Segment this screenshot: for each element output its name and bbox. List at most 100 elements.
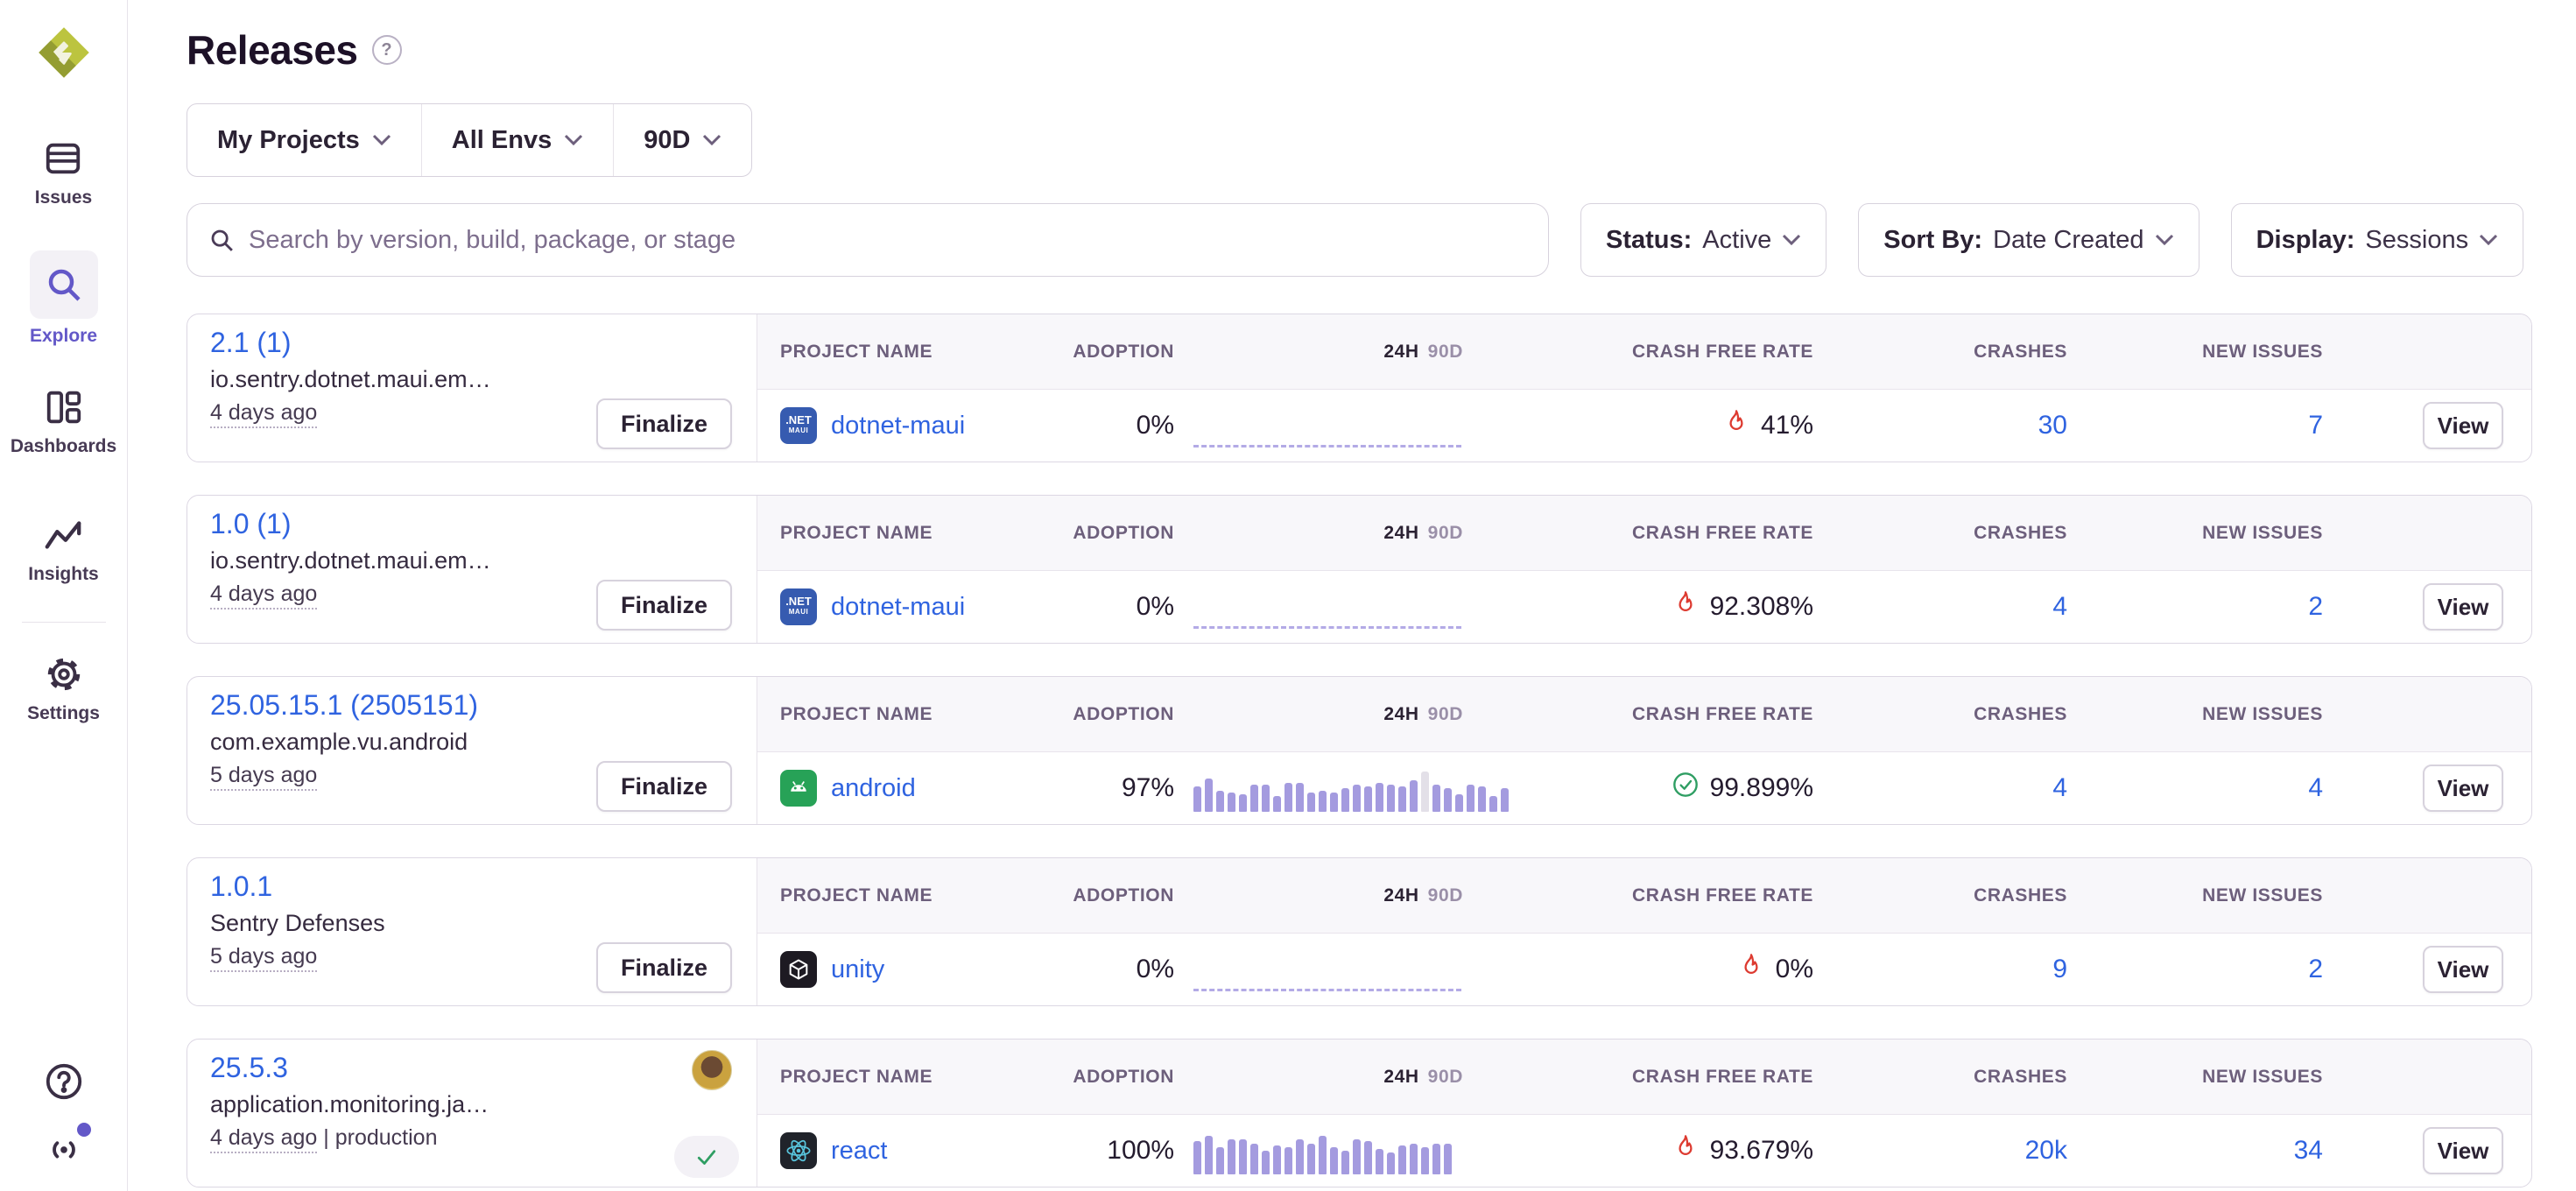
table-row: .NETMAUI dotnet-maui 0% 41% 30 7 View: [757, 390, 2531, 462]
page-help-icon[interactable]: ?: [372, 35, 402, 65]
crash-free-rate: 99.899%: [1463, 771, 1813, 806]
chevron-down-icon: [564, 134, 583, 146]
project-link[interactable]: android: [831, 774, 916, 803]
dotnet-maui-project-icon: .NETMAUI: [780, 588, 817, 625]
finalized-check-icon: [693, 1144, 720, 1170]
project-link[interactable]: react: [831, 1137, 887, 1166]
adoption-sparkline: [1174, 571, 1463, 643]
environments-filter[interactable]: All Envs: [421, 104, 613, 176]
table-row: android 97% 99.899% 4 4 View: [757, 752, 2531, 824]
release-card: 25.05.15.1 (2505151) com.example.vu.andr…: [187, 676, 2532, 825]
release-health-table: PROJECT NAME ADOPTION 24H90D CRASH FREE …: [757, 858, 2531, 1005]
adoption-value: 0%: [1069, 955, 1174, 984]
search-icon: [208, 227, 235, 253]
new-issues-count-link[interactable]: 2: [2308, 955, 2323, 983]
crash-free-rate: 0%: [1463, 952, 1813, 987]
new-issues-count-link[interactable]: 7: [2308, 411, 2323, 440]
table-header: PROJECT NAME ADOPTION 24H90D CRASH FREE …: [757, 677, 2531, 752]
projects-filter[interactable]: My Projects: [187, 104, 421, 176]
project-link[interactable]: unity: [831, 955, 884, 984]
help-icon[interactable]: [42, 1060, 86, 1103]
check-circle-icon: [1672, 771, 1700, 799]
fire-icon: [1722, 408, 1750, 436]
chevron-down-icon: [2155, 234, 2174, 246]
release-package: Sentry Defenses: [210, 910, 560, 937]
finalize-button[interactable]: Finalize: [596, 761, 732, 812]
sort-by-dropdown[interactable]: Sort By:Date Created: [1858, 203, 2199, 277]
search-box[interactable]: [187, 203, 1549, 277]
release-health-table: PROJECT NAME ADOPTION 24H90D CRASH FREE …: [757, 314, 2531, 462]
crashes-count-link[interactable]: 4: [2052, 773, 2067, 802]
release-summary: 1.0.1 Sentry Defenses 5 days ago Finaliz…: [187, 858, 757, 1005]
crashes-count-link[interactable]: 20k: [2025, 1136, 2067, 1165]
crashes-count-link[interactable]: 4: [2052, 592, 2067, 621]
status-dropdown[interactable]: Status:Active: [1580, 203, 1826, 277]
sidebar-item-label: Issues: [35, 187, 92, 208]
chevron-down-icon: [702, 134, 721, 146]
project-link[interactable]: dotnet-maui: [831, 593, 965, 622]
sidebar-item-dashboards[interactable]: Dashboards: [11, 385, 116, 457]
view-button[interactable]: View: [2423, 946, 2503, 993]
release-version-link[interactable]: 25.5.3: [210, 1052, 288, 1084]
new-issues-count-link[interactable]: 4: [2308, 773, 2323, 802]
unity-project-icon: [780, 951, 817, 988]
fire-icon: [1672, 589, 1700, 617]
crashes-count-link[interactable]: 30: [2038, 411, 2067, 440]
finalize-button[interactable]: Finalize: [596, 580, 732, 631]
release-version-link[interactable]: 2.1 (1): [210, 327, 291, 359]
release-card: 2.1 (1) io.sentry.dotnet.maui.em… 4 days…: [187, 314, 2532, 462]
table-header: PROJECT NAME ADOPTION 24H90D CRASH FREE …: [757, 1039, 2531, 1115]
table-header: PROJECT NAME ADOPTION 24H90D CRASH FREE …: [757, 314, 2531, 390]
sidebar-item-explore[interactable]: Explore: [30, 250, 98, 347]
issues-icon: [41, 137, 85, 180]
search-input[interactable]: [249, 226, 1527, 255]
release-version-link[interactable]: 1.0.1: [210, 870, 272, 903]
finalize-button[interactable]: Finalize: [596, 942, 732, 993]
release-package: application.monitoring.ja…: [210, 1091, 560, 1118]
view-button[interactable]: View: [2423, 765, 2503, 812]
release-list: 2.1 (1) io.sentry.dotnet.maui.em… 4 days…: [187, 314, 2532, 1187]
avatar[interactable]: [692, 1050, 732, 1090]
new-issues-count-link[interactable]: 2: [2308, 592, 2323, 621]
release-summary: 25.5.3 application.monitoring.ja… 4 days…: [187, 1039, 757, 1187]
sidebar-item-insights[interactable]: Insights: [28, 513, 99, 585]
crashes-count-link[interactable]: 9: [2052, 955, 2067, 983]
adoption-flatline: [1193, 626, 1461, 629]
table-row: .NETMAUI dotnet-maui 0% 92.308% 4 2 View: [757, 571, 2531, 643]
crash-free-rate: 41%: [1463, 408, 1813, 443]
release-summary: 25.05.15.1 (2505151) com.example.vu.andr…: [187, 677, 757, 824]
release-package: com.example.vu.android: [210, 729, 560, 756]
sidebar-item-settings[interactable]: Settings: [27, 652, 100, 724]
page-filter-bar: My Projects All Envs 90D: [187, 103, 752, 177]
new-issues-count-link[interactable]: 34: [2294, 1136, 2323, 1165]
display-dropdown[interactable]: Display:Sessions: [2231, 203, 2524, 277]
view-button[interactable]: View: [2423, 402, 2503, 449]
adoption-flatline: [1193, 445, 1461, 448]
chevron-down-icon: [372, 134, 391, 146]
sidebar-item-label: Dashboards: [11, 436, 116, 457]
fire-icon: [1672, 1133, 1700, 1161]
release-health-table: PROJECT NAME ADOPTION 24H90D CRASH FREE …: [757, 677, 2531, 824]
sentry-logo[interactable]: [38, 26, 90, 79]
broadcast-icon[interactable]: [42, 1126, 86, 1170]
adoption-value: 0%: [1069, 592, 1174, 622]
release-card: 1.0 (1) io.sentry.dotnet.maui.em… 4 days…: [187, 495, 2532, 644]
fire-icon: [1737, 952, 1765, 980]
view-button[interactable]: View: [2423, 583, 2503, 631]
release-summary: 1.0 (1) io.sentry.dotnet.maui.em… 4 days…: [187, 496, 757, 643]
release-version-link[interactable]: 25.05.15.1 (2505151): [210, 689, 478, 722]
main-content: Releases ? My Projects All Envs 90D Stat…: [128, 0, 2576, 1187]
sidebar-item-issues[interactable]: Issues: [35, 137, 92, 208]
release-summary: 2.1 (1) io.sentry.dotnet.maui.em… 4 days…: [187, 314, 757, 462]
table-row: unity 0% 0% 9 2 View: [757, 934, 2531, 1005]
sidebar-item-label: Explore: [30, 326, 97, 347]
date-range-filter[interactable]: 90D: [613, 104, 751, 176]
project-link[interactable]: dotnet-maui: [831, 412, 965, 440]
finalize-button[interactable]: Finalize: [596, 398, 732, 449]
table-row: react 100% 93.679% 20k 34 View: [757, 1115, 2531, 1187]
view-button[interactable]: View: [2423, 1127, 2503, 1174]
release-version-link[interactable]: 1.0 (1): [210, 508, 291, 540]
crash-free-rate: 92.308%: [1463, 589, 1813, 624]
dotnet-maui-project-icon: .NETMAUI: [780, 407, 817, 444]
release-health-table: PROJECT NAME ADOPTION 24H90D CRASH FREE …: [757, 1039, 2531, 1187]
